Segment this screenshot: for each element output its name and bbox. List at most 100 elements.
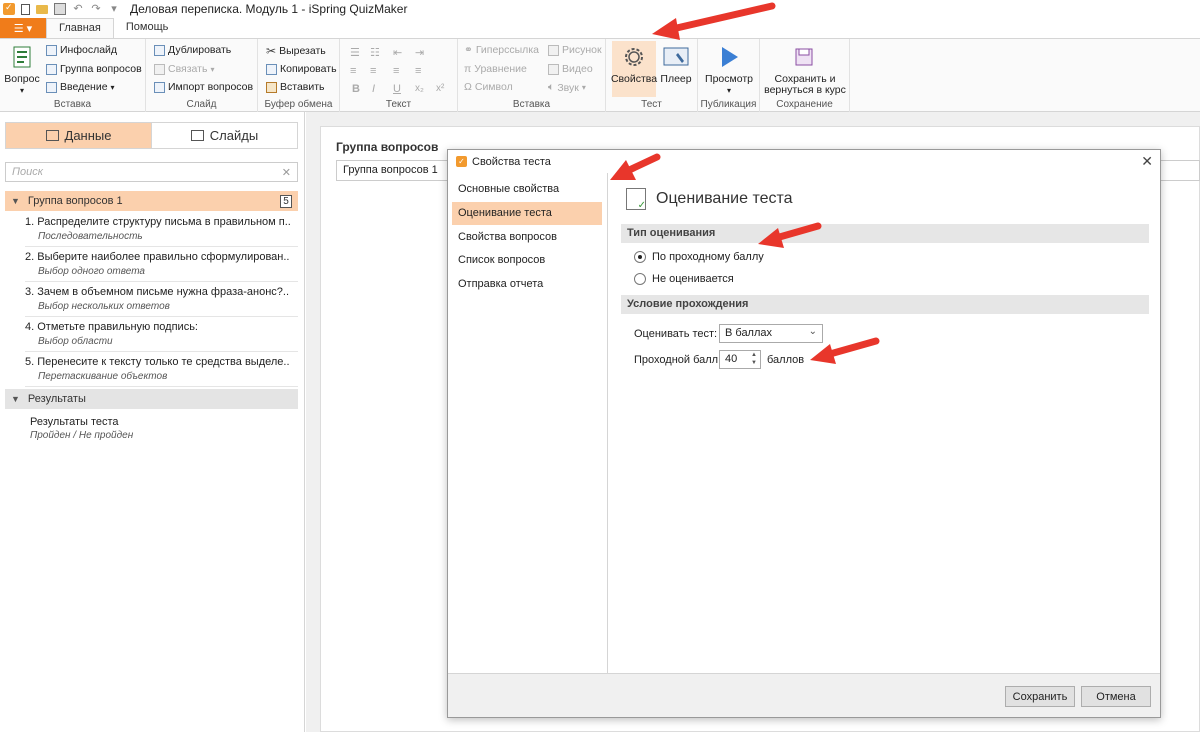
chevron-down-icon[interactable]: ▼ xyxy=(11,196,20,206)
question-group-row[interactable]: ▼ Группа вопросов 1 5 xyxy=(5,191,298,211)
underline-button[interactable]: U xyxy=(393,83,401,95)
question-group-button[interactable]: Группа вопросов xyxy=(46,63,142,75)
sound-button[interactable]: 🔈︎ Звук ▾ xyxy=(548,81,586,94)
ribbon-group-label: Публикация xyxy=(700,99,757,110)
ribbon-group-label: Буфер обмена xyxy=(264,99,333,110)
properties-button[interactable]: Свойства xyxy=(611,41,657,97)
player-icon xyxy=(662,43,690,71)
duplicate-button[interactable]: Дублировать xyxy=(154,44,231,56)
search-input[interactable]: Поиск ✕ xyxy=(5,162,298,182)
app-icon: ✓ xyxy=(456,156,467,167)
save-return-label-line2: вернуться в курс xyxy=(764,84,846,96)
save-button[interactable]: Сохранить xyxy=(1005,686,1075,707)
align-right-icon[interactable]: ≡ xyxy=(393,65,399,77)
results-item[interactable]: Результаты теста Пройден / Не пройден xyxy=(25,416,298,451)
copy-button[interactable]: Копировать xyxy=(266,63,337,75)
list-item[interactable]: 2. Выберите наиболее правильно сформулир… xyxy=(25,247,298,282)
list-item[interactable]: 5. Перенесите к тексту только те средств… xyxy=(25,352,298,387)
dialog-body: Оценивание теста Тип оценивания По прохо… xyxy=(609,173,1160,673)
save-and-return-button[interactable]: Сохранить и вернуться в курс xyxy=(764,43,846,96)
list-item[interactable]: 4. Отметьте правильную подпись: Выбор об… xyxy=(25,317,298,352)
file-menu-button[interactable]: ☰ ▾ xyxy=(0,18,46,38)
link-button[interactable]: Связать ▾ xyxy=(154,63,214,75)
infoslide-button[interactable]: Инфослайд xyxy=(46,44,117,56)
align-left-icon[interactable]: ≡ xyxy=(350,65,356,77)
hyperlink-button[interactable]: ⚭ Гиперссылка xyxy=(464,44,539,56)
pass-score-stepper[interactable]: 40 ▲ ▼ xyxy=(719,350,761,369)
radio-pass-score[interactable]: По проходному баллу xyxy=(634,251,764,263)
radio-not-scored[interactable]: Не оценивается xyxy=(634,273,734,285)
duplicate-icon xyxy=(154,44,165,56)
bold-button[interactable]: B xyxy=(352,83,360,95)
nav-item-question-list[interactable]: Список вопросов xyxy=(452,249,602,272)
stepper-up-icon[interactable]: ▲ xyxy=(751,352,757,359)
list-item[interactable]: 1. Распределите структуру письма в прави… xyxy=(25,212,298,247)
evaluate-select[interactable]: В баллах ⌄ xyxy=(719,324,823,343)
superscript-button[interactable]: x² xyxy=(436,83,444,94)
ribbon-group-label: Тест xyxy=(641,99,662,110)
preview-button[interactable]: Просмотр ▾ xyxy=(704,43,754,96)
indent-icon[interactable]: ⇥ xyxy=(415,46,424,59)
tab-slides[interactable]: Слайды xyxy=(152,123,297,148)
preview-label: Просмотр xyxy=(705,73,753,85)
redo-icon[interactable]: ↷ xyxy=(90,3,102,15)
hyperlink-label: Гиперссылка xyxy=(475,44,539,56)
align-center-icon[interactable]: ≡ xyxy=(370,65,376,77)
symbol-button[interactable]: Ω Символ xyxy=(464,81,513,93)
tab-data[interactable]: Данные xyxy=(6,123,152,148)
clear-search-icon[interactable]: ✕ xyxy=(282,166,291,179)
intro-icon xyxy=(46,81,57,93)
import-label: Импорт вопросов xyxy=(168,81,254,93)
intro-button[interactable]: Введение ▾ xyxy=(46,81,115,93)
nav-item-test-scoring[interactable]: Оценивание теста xyxy=(452,202,602,225)
chevron-down-icon[interactable]: ▼ xyxy=(11,394,20,404)
results-group-row[interactable]: ▼ Результаты xyxy=(5,389,298,409)
justify-icon[interactable]: ≡ xyxy=(415,65,421,77)
numbered-list-icon[interactable]: ☷ xyxy=(370,46,380,59)
scoring-icon xyxy=(626,188,646,211)
player-label: Плеер xyxy=(660,73,692,85)
nav-item-report-sending[interactable]: Отправка отчета xyxy=(452,273,602,296)
player-button[interactable]: Плеер xyxy=(658,43,694,85)
results-item-subtitle: Пройден / Не пройден xyxy=(30,430,134,441)
copy-icon xyxy=(266,63,277,75)
question-label: Вопрос xyxy=(4,73,40,85)
symbol-label: Символ xyxy=(474,81,513,93)
cut-button[interactable]: ✂ Вырезать xyxy=(266,44,326,58)
new-document-icon[interactable] xyxy=(21,3,30,15)
picture-button[interactable]: Рисунок xyxy=(548,44,602,56)
equation-button[interactable]: π Уравнение xyxy=(464,63,527,75)
video-button[interactable]: Видео xyxy=(548,63,593,75)
question-button[interactable]: Вопрос ▾ xyxy=(4,43,40,96)
save-icon[interactable] xyxy=(54,3,66,15)
import-questions-button[interactable]: Импорт вопросов xyxy=(154,81,253,93)
bullet-list-icon[interactable]: ☰ xyxy=(350,46,360,59)
italic-button[interactable]: I xyxy=(372,83,375,95)
open-folder-icon[interactable] xyxy=(36,4,48,14)
close-icon[interactable]: ✕ xyxy=(1141,153,1153,170)
title-bar: ↶ ↷ ▾ Деловая переписка. Модуль 1 - iSpr… xyxy=(0,0,1200,18)
ribbon-group-save: Сохранить и вернуться в курс Сохранение xyxy=(760,39,850,112)
nav-item-question-properties[interactable]: Свойства вопросов xyxy=(452,226,602,249)
ribbon-group-label: Текст xyxy=(385,99,412,110)
undo-icon[interactable]: ↶ xyxy=(72,3,84,15)
cancel-button[interactable]: Отмена xyxy=(1081,686,1151,707)
customize-qat-icon[interactable]: ▾ xyxy=(108,3,120,15)
subscript-button[interactable]: x₂ xyxy=(415,83,424,94)
nav-item-main-properties[interactable]: Основные свойства xyxy=(452,178,602,201)
video-label: Видео xyxy=(562,63,593,75)
tab-home[interactable]: Главная xyxy=(46,18,114,38)
paste-button[interactable]: Вставить xyxy=(266,81,325,93)
import-icon xyxy=(154,81,165,93)
list-item[interactable]: 3. Зачем в объемном письме нужна фраза-а… xyxy=(25,282,298,317)
infoslide-label: Инфослайд xyxy=(60,44,118,56)
outdent-icon[interactable]: ⇤ xyxy=(393,46,402,59)
radio-pass-label: По проходному баллу xyxy=(652,251,764,263)
dialog-nav: Основные свойства Оценивание теста Свойс… xyxy=(448,173,608,673)
question-type: Перетаскивание объектов xyxy=(38,371,168,382)
stepper-down-icon[interactable]: ▼ xyxy=(751,360,757,367)
pass-score-label: Проходной балл: xyxy=(634,354,722,366)
tab-help[interactable]: Помощь xyxy=(114,18,181,38)
ribbon-group-slide: Дублировать Связать ▾ Импорт вопросов Сла… xyxy=(146,39,258,112)
list-icon xyxy=(45,130,59,141)
